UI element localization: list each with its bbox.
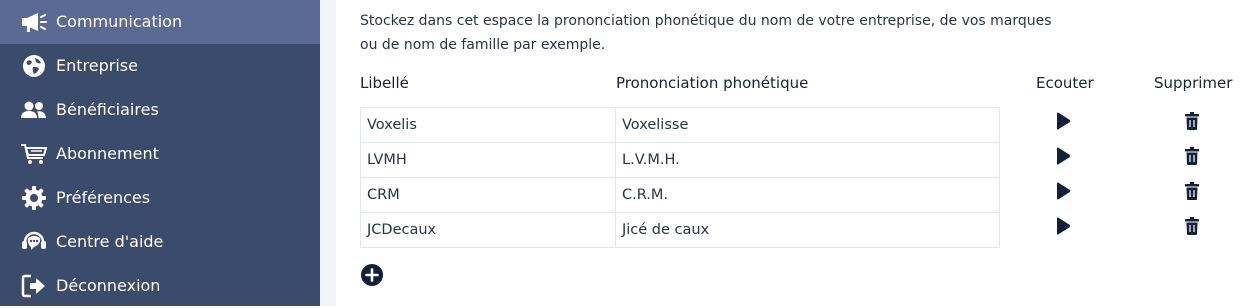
table-row: Voxelis Voxelisse	[360, 107, 1000, 143]
column-header-phonetic: Prononciation phonétique	[616, 74, 809, 92]
delete-button[interactable]	[1180, 214, 1204, 238]
gear-icon	[20, 186, 48, 210]
play-icon	[1057, 217, 1071, 235]
logout-icon	[20, 274, 48, 298]
sidebar-item-label: Abonnement	[56, 144, 159, 163]
play-icon	[1057, 112, 1071, 130]
plus-circle-icon	[361, 264, 383, 286]
delete-button[interactable]	[1180, 179, 1204, 203]
sidebar-item-label: Déconnexion	[56, 276, 161, 295]
delete-button[interactable]	[1180, 144, 1204, 168]
trash-icon	[1185, 182, 1199, 200]
main-panel: Stockez dans cet espace la prononciation…	[336, 0, 1255, 306]
sidebar-item-label: Entreprise	[56, 56, 138, 75]
table-row: LVMH L.V.M.H.	[360, 143, 1000, 178]
play-button[interactable]	[1051, 144, 1075, 168]
headset-icon	[20, 230, 48, 254]
page-description: Stockez dans cet espace la prononciation…	[360, 9, 1080, 57]
trash-icon	[1185, 112, 1199, 130]
label-cell[interactable]: Voxelis	[367, 108, 607, 142]
sidebar-item-communication[interactable]: Communication	[0, 0, 320, 44]
cart-icon	[20, 142, 48, 166]
trash-icon	[1185, 147, 1199, 165]
play-icon	[1057, 182, 1071, 200]
sidebar-item-preferences[interactable]: Préférences	[0, 176, 320, 220]
sidebar-item-entreprise[interactable]: Entreprise	[0, 44, 320, 88]
sidebar: Communication Entreprise Bénéficiaires A…	[0, 0, 320, 306]
add-row-button[interactable]	[360, 263, 384, 287]
trash-icon	[1185, 217, 1199, 235]
globe-icon	[20, 54, 48, 78]
sidebar-item-deconnexion[interactable]: Déconnexion	[0, 264, 320, 308]
pronunciation-table: Voxelis Voxelisse LVMH L.V.M.H. CRM C.R.…	[360, 107, 1000, 248]
megaphone-icon	[20, 10, 48, 34]
phonetic-cell[interactable]: L.V.M.H.	[615, 143, 999, 177]
column-header-label: Libellé	[360, 74, 409, 92]
phonetic-cell[interactable]: Jicé de caux	[615, 213, 999, 247]
phonetic-cell[interactable]: Voxelisse	[615, 108, 999, 142]
label-cell[interactable]: CRM	[367, 178, 607, 212]
description-line: ou de nom de famille par exemple.	[360, 37, 606, 53]
label-cell[interactable]: JCDecaux	[367, 213, 607, 247]
sidebar-item-abonnement[interactable]: Abonnement	[0, 132, 320, 176]
content-gutter	[320, 0, 336, 306]
play-button[interactable]	[1051, 214, 1075, 238]
sidebar-item-label: Bénéficiaires	[56, 100, 159, 119]
table-row: CRM C.R.M.	[360, 178, 1000, 213]
sidebar-item-beneficiaires[interactable]: Bénéficiaires	[0, 88, 320, 132]
table-row: JCDecaux Jicé de caux	[360, 213, 1000, 248]
sidebar-item-centre-aide[interactable]: Centre d'aide	[0, 220, 320, 264]
play-icon	[1057, 147, 1071, 165]
label-cell[interactable]: LVMH	[367, 143, 607, 177]
column-header-listen: Ecouter	[1036, 74, 1094, 92]
phonetic-cell[interactable]: C.R.M.	[615, 178, 999, 212]
delete-button[interactable]	[1180, 109, 1204, 133]
sidebar-item-label: Communication	[56, 12, 183, 31]
sidebar-item-label: Centre d'aide	[56, 232, 164, 251]
users-icon	[20, 98, 48, 122]
play-button[interactable]	[1051, 179, 1075, 203]
play-button[interactable]	[1051, 109, 1075, 133]
column-header-delete: Supprimer	[1154, 74, 1233, 92]
description-line: Stockez dans cet espace la prononciation…	[360, 13, 1052, 29]
sidebar-item-label: Préférences	[56, 188, 151, 207]
